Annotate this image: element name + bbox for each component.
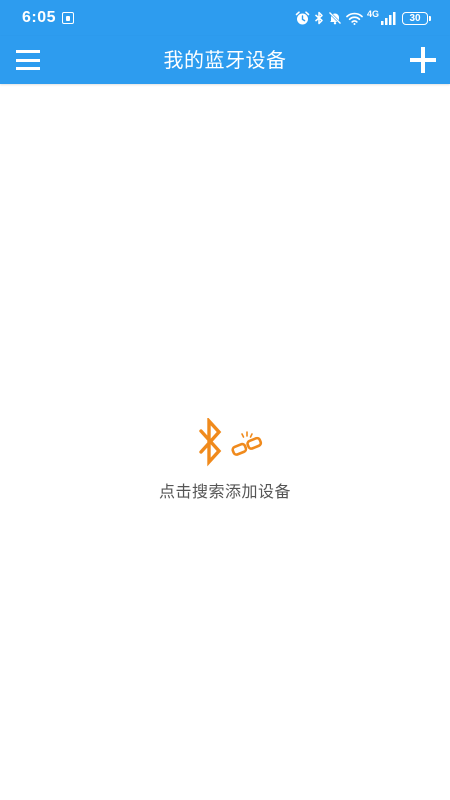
status-left: 6:05 — [22, 9, 75, 27]
battery-icon: 30 — [402, 11, 431, 25]
sim-icon — [62, 12, 75, 24]
menu-icon[interactable] — [16, 49, 40, 71]
empty-state[interactable]: 点击搜索添加设备 — [0, 418, 450, 502]
app-bar: 我的蓝牙设备 — [0, 36, 450, 84]
mute-icon — [328, 11, 342, 25]
status-bar: 6:05 4G 30 — [0, 0, 450, 36]
status-time: 6:05 — [22, 9, 57, 26]
battery-level: 30 — [409, 12, 421, 24]
add-device-button[interactable] — [410, 47, 436, 73]
network-type-label: 4G — [366, 9, 379, 19]
status-right: 4G 30 — [295, 9, 431, 26]
page-title: 我的蓝牙设备 — [163, 48, 287, 72]
bluetooth-icon — [314, 11, 323, 25]
screen: 6:05 4G 30 我的蓝牙设备 点击搜索添加设备 — [0, 0, 450, 800]
signal-icon — [381, 11, 396, 25]
plus-icon-stroke — [421, 47, 425, 73]
empty-state-message: 点击搜索添加设备 — [158, 482, 291, 501]
alarm-icon — [295, 10, 310, 24]
wifi-icon — [346, 12, 363, 25]
bluetooth-disconnected-icon — [199, 418, 263, 467]
